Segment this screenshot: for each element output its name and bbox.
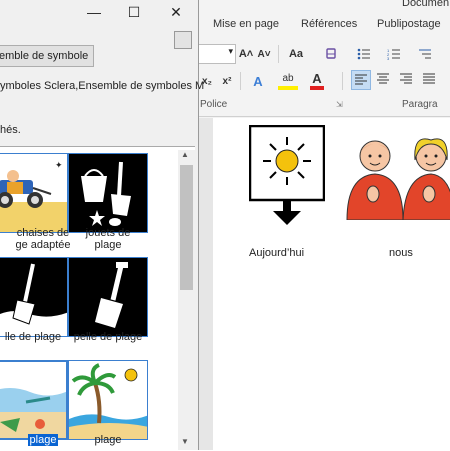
svg-text:✦: ✦ <box>55 160 63 170</box>
label-beach-shovel: pelle de plage <box>73 331 143 343</box>
align-right-button[interactable] <box>397 70 417 90</box>
scrollbar-thumb[interactable] <box>180 165 193 290</box>
scroll-up-icon[interactable]: ▲ <box>181 150 189 159</box>
align-right-icon <box>400 73 412 84</box>
label-beach-toys: jouets de plage <box>85 227 131 251</box>
beach-shovel-image <box>69 258 147 336</box>
maximize-icon: ☐ <box>127 3 141 20</box>
align-center-button[interactable] <box>374 70 394 90</box>
text-effects-button[interactable]: A <box>248 72 268 90</box>
label-beach: plage <box>94 434 122 446</box>
close-icon: ✕ <box>170 3 182 20</box>
align-left-icon <box>355 74 367 85</box>
today-symbol-image <box>249 125 325 225</box>
bullet-list-icon <box>357 48 370 60</box>
group-label-paragraph: Paragra <box>402 99 438 110</box>
symbol-dialog: — ☐ ✕ emble de symbole ymboles Sclera,En… <box>0 0 204 451</box>
selection-note: hés. <box>0 124 21 136</box>
numbered-list-icon: 123 <box>387 48 400 60</box>
symbol-item-beach-shovel-sand[interactable] <box>0 257 68 337</box>
symbol-item-adapted-beach-chairs[interactable]: ✦ <box>0 153 68 233</box>
symbol-item-beach[interactable] <box>68 360 148 440</box>
label-beach-selected-text: plage <box>27 434 59 446</box>
tab-mise-en-page[interactable]: Mise en page <box>213 18 279 30</box>
multilevel-list-icon <box>419 49 431 59</box>
scroll-down-icon[interactable]: ▼ <box>181 437 189 446</box>
symbol-item-beach-shovel[interactable] <box>68 257 148 337</box>
group-label-police: Police <box>200 99 228 110</box>
maximize-button[interactable]: ☐ <box>114 0 154 24</box>
close-button[interactable]: ✕ <box>156 0 196 24</box>
font-size-combo[interactable]: ▾ <box>198 44 236 64</box>
caption-today: Aujourd’hui <box>249 247 305 259</box>
tab-references[interactable]: Références <box>301 18 357 30</box>
beach-scene-image <box>0 362 66 438</box>
svg-text:3: 3 <box>387 56 390 60</box>
font-color-button[interactable]: A <box>310 70 324 90</box>
shrink-font-button[interactable]: A˅ <box>256 45 272 63</box>
symbol-set-button[interactable]: emble de symbole <box>0 45 94 67</box>
justify-button[interactable] <box>420 70 440 90</box>
we-symbol-image <box>346 138 450 220</box>
document-page[interactable]: Aujourd’hui nous <box>213 118 450 450</box>
minimize-icon: — <box>87 4 101 20</box>
caption-we: nous <box>389 247 413 259</box>
superscript-button[interactable]: x² <box>220 72 234 90</box>
symbol-item-beach-selected[interactable] <box>0 360 68 440</box>
justify-icon <box>423 73 435 84</box>
option-box[interactable] <box>174 31 192 49</box>
align-left-button[interactable] <box>351 70 371 90</box>
multilevel-list-button[interactable] <box>416 45 434 63</box>
align-center-icon <box>377 73 389 84</box>
minimize-button[interactable]: — <box>74 0 114 24</box>
eraser-icon <box>326 48 336 59</box>
clear-formatting-button[interactable] <box>322 45 340 63</box>
palm-beach-image <box>69 361 147 439</box>
document-title: Documen <box>402 0 450 9</box>
symbol-list[interactable]: ✦ chaises de ge adaptée jouets de plage <box>0 146 195 451</box>
numbering-button[interactable]: 123 <box>386 45 402 63</box>
grow-font-button[interactable]: A˄ <box>238 45 254 63</box>
shovel-in-sand-image <box>0 258 67 336</box>
beach-toys-image <box>69 154 147 232</box>
symbol-sets-label: ymboles Sclera,Ensemble de symboles M <box>0 80 205 92</box>
dialog-launcher-icon[interactable]: ⇲ <box>336 100 343 109</box>
chevron-down-icon: ▾ <box>228 46 233 56</box>
tab-publipostage[interactable]: Publipostage <box>377 18 441 30</box>
change-case-button[interactable]: Aa <box>284 45 308 63</box>
highlight-color-button[interactable]: ab <box>278 70 298 90</box>
symbol-item-beach-toys[interactable] <box>68 153 148 233</box>
bullets-button[interactable] <box>356 45 372 63</box>
beach-wheelchair-image: ✦ <box>0 154 67 232</box>
